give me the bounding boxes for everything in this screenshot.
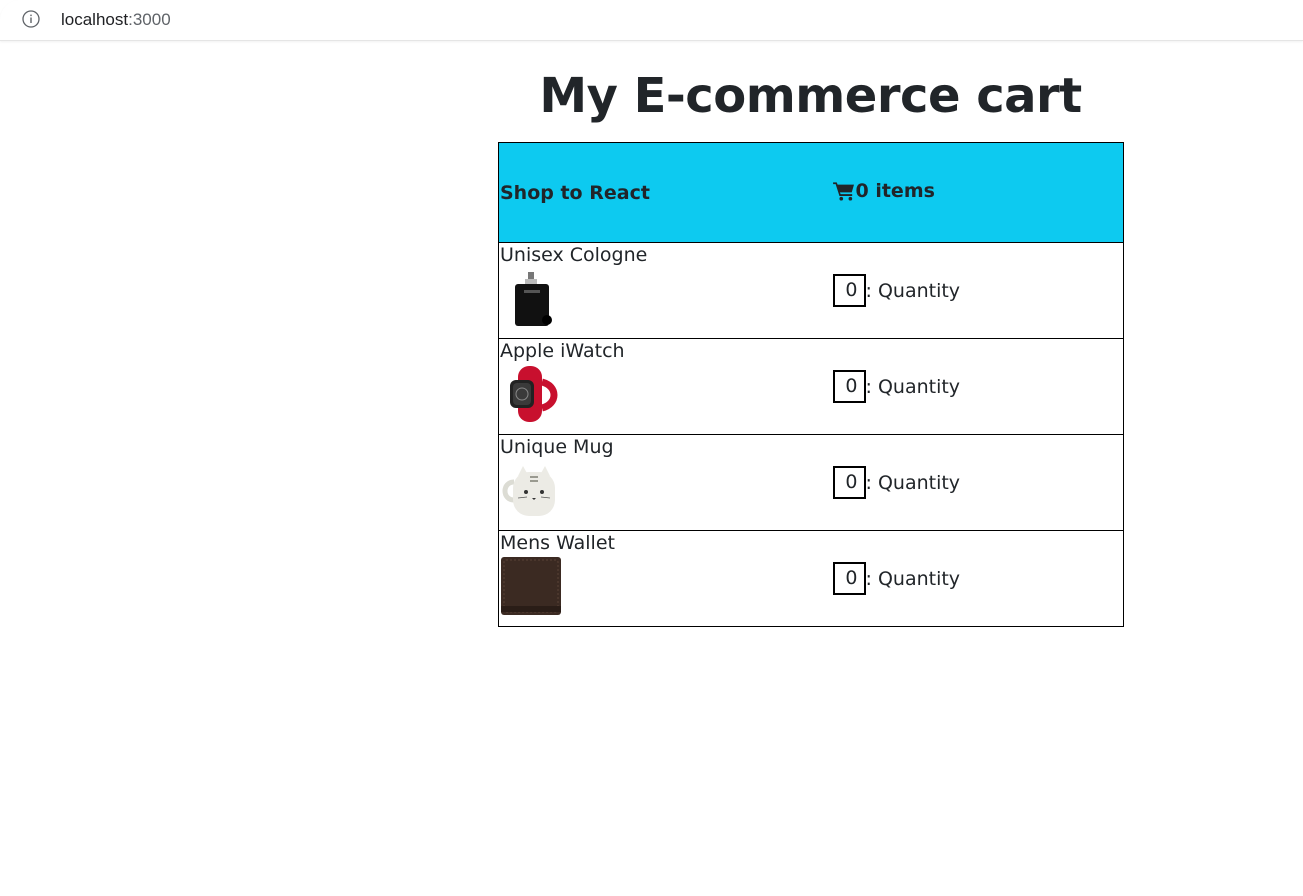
product-name: Mens Wallet	[500, 532, 615, 554]
quantity-label: : Quantity	[865, 279, 961, 302]
url-text[interactable]: localhost:3000	[61, 9, 171, 31]
page-title: My E-commerce cart	[539, 68, 1082, 124]
quantity-cell: 0 : Quantity	[831, 338, 1124, 435]
table-row: Unique Mug 0 : Quantity	[498, 434, 1124, 531]
cart-header-row: Shop to React 0 items	[498, 142, 1124, 243]
shop-name: Shop to React	[498, 142, 832, 243]
product-cell: Unique Mug	[498, 434, 832, 531]
cart-summary: 0 items	[831, 142, 1124, 243]
cart-count: 0 items	[855, 179, 935, 202]
product-cell: Unisex Cologne	[498, 242, 832, 339]
quantity-label: : Quantity	[865, 567, 961, 590]
url-port: :3000	[128, 10, 171, 29]
cart-table: Shop to React 0 items Unisex Cologne 0:…	[498, 142, 1124, 627]
product-cell: Mens Wallet	[498, 530, 832, 627]
table-row: Unisex Cologne 0 : Quantity	[498, 242, 1124, 339]
shopping-cart-icon	[832, 181, 854, 201]
info-icon[interactable]	[22, 10, 40, 28]
quantity-input[interactable]: 0	[832, 466, 866, 499]
quantity-cell: 0 : Quantity	[831, 434, 1124, 531]
quantity-cell: 0 : Quantity	[831, 242, 1124, 339]
quantity-label: : Quantity	[865, 471, 961, 494]
product-name: Apple iWatch	[500, 340, 625, 362]
mug-image	[502, 466, 555, 516]
watch-image	[510, 366, 558, 422]
quantity-cell: 0 : Quantity	[831, 530, 1124, 627]
quantity-input[interactable]: 0	[832, 274, 866, 307]
product-cell: Apple iWatch	[498, 338, 832, 435]
table-row: Mens Wallet 0 : Quantity	[498, 530, 1124, 627]
table-row: Apple iWatch 0 : Quantity	[498, 338, 1124, 435]
product-name: Unisex Cologne	[500, 244, 648, 266]
address-bar[interactable]: localhost:3000	[0, 0, 1303, 41]
quantity-input[interactable]: 0	[832, 370, 866, 403]
quantity-input[interactable]: 0	[832, 562, 866, 595]
cologne-image	[515, 272, 552, 326]
wallet-image	[501, 557, 561, 615]
product-name: Unique Mug	[500, 436, 614, 458]
quantity-label: : Quantity	[865, 375, 961, 398]
url-host: localhost	[61, 10, 129, 29]
